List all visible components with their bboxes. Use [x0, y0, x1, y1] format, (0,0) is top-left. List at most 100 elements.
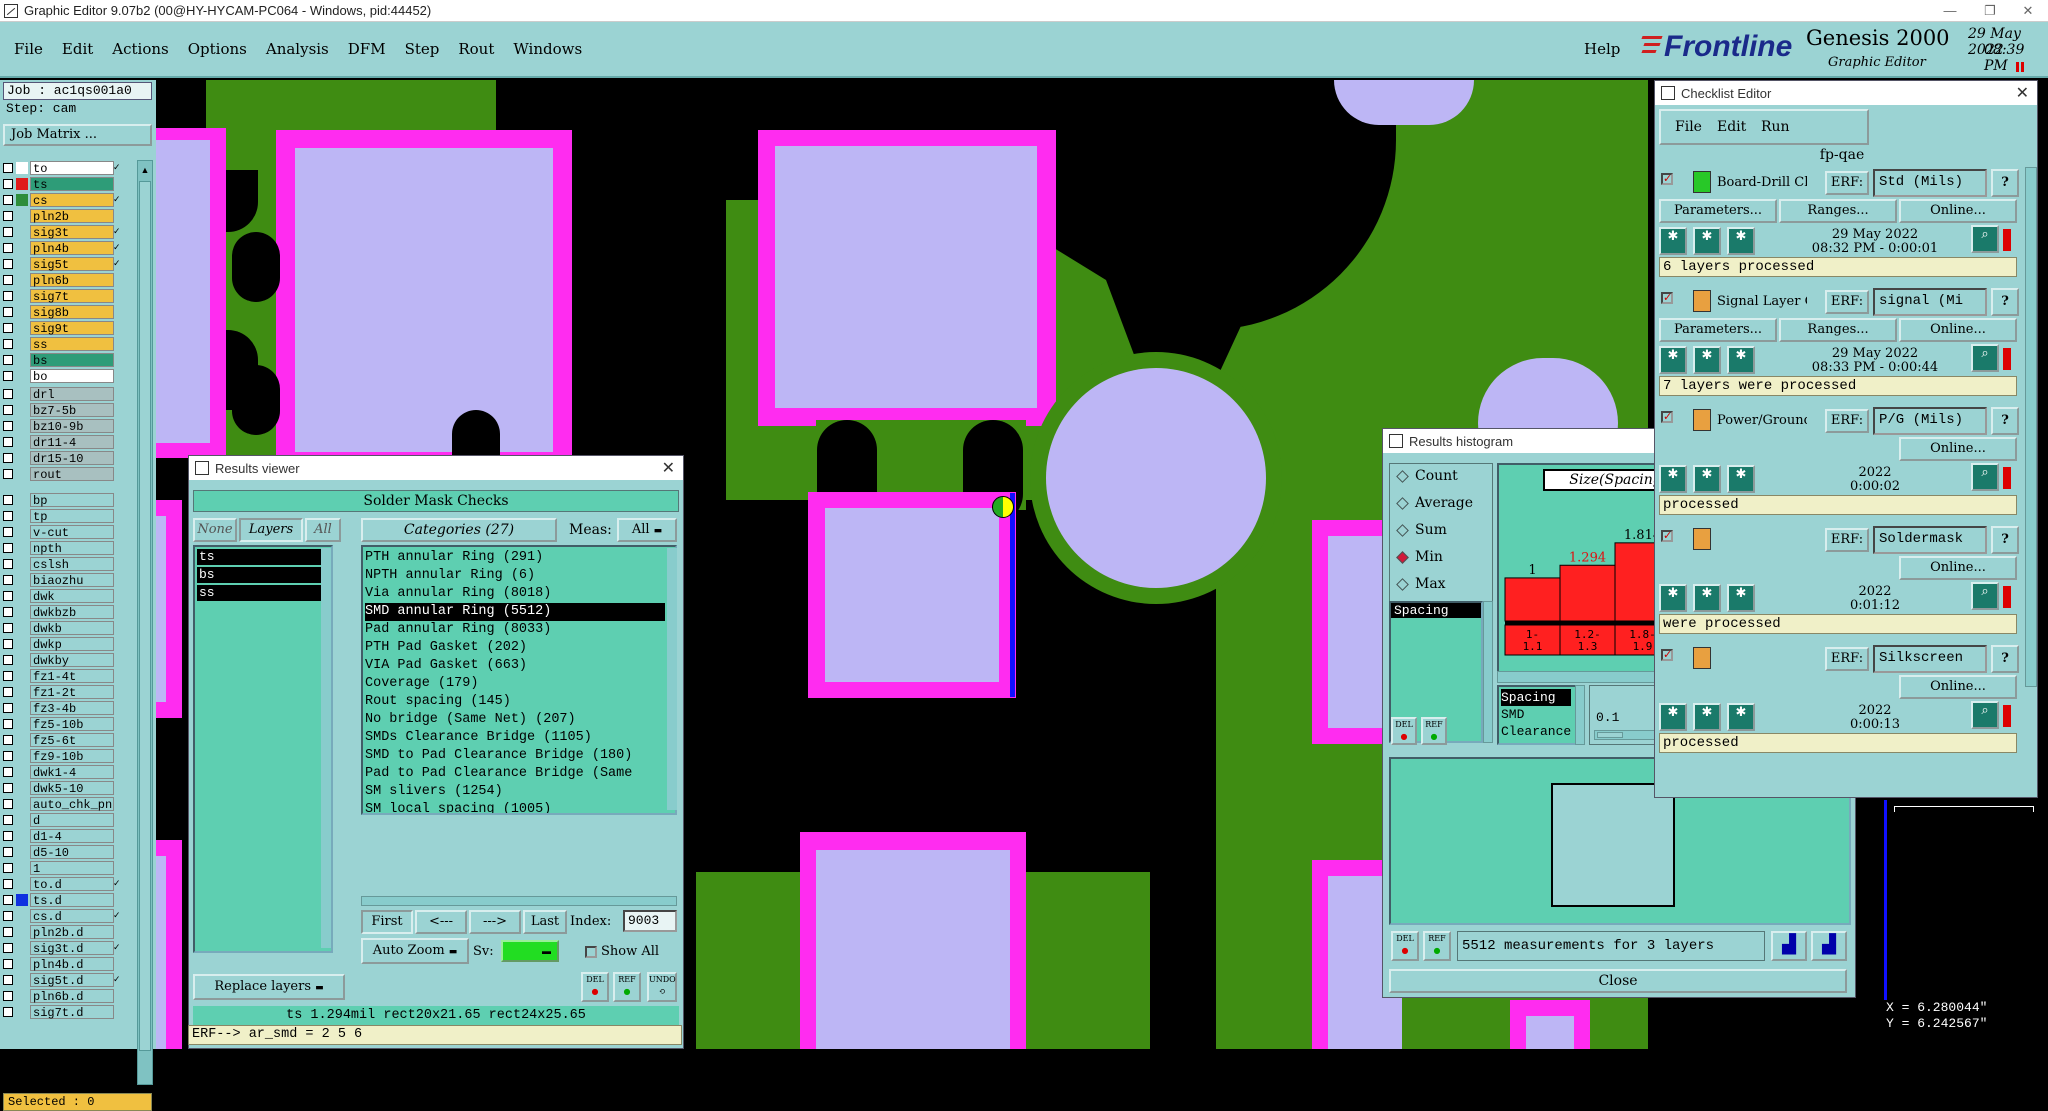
radio-diamond-icon[interactable]	[1396, 469, 1409, 483]
layer-name[interactable]: cs	[30, 192, 114, 208]
layer-row[interactable]: pln2b.d	[3, 924, 123, 940]
radio-diamond-icon[interactable]	[1396, 550, 1409, 564]
layer-name[interactable]: v-cut	[30, 524, 114, 540]
layer-name[interactable]: pln6b.d	[30, 988, 114, 1004]
layer-checkbox[interactable]	[3, 590, 13, 601]
stat-option-average[interactable]: Average	[1394, 495, 1473, 511]
result-layer-item[interactable]: ts	[197, 549, 327, 565]
layer-name[interactable]: dwk1-4	[30, 764, 114, 780]
layer-name[interactable]: sig3t.d	[30, 940, 114, 956]
del-button[interactable]: DEL ●	[581, 972, 609, 1002]
layer-checkbox[interactable]	[3, 766, 13, 777]
histogram-bar[interactable]	[1504, 577, 1561, 622]
measure-type-item[interactable]: Spacing	[1501, 689, 1571, 706]
layer-name[interactable]: fz5-10b	[30, 716, 114, 732]
parameters-button[interactable]: Parameters...	[1659, 318, 1777, 342]
layer-name[interactable]: tp	[30, 508, 114, 524]
zoom-icon[interactable]: ⌕	[1971, 701, 1999, 729]
layer-name[interactable]: auto_chk_pn	[30, 796, 114, 812]
run-icon[interactable]: ✱	[1693, 227, 1721, 255]
parameters-button[interactable]: Parameters...	[1659, 199, 1777, 223]
layer-checkbox[interactable]	[3, 894, 13, 905]
menu-options[interactable]: Options	[188, 40, 247, 58]
layer-name[interactable]: biaozhu	[30, 572, 114, 588]
radio-diamond-icon[interactable]	[1396, 496, 1409, 510]
radio-diamond-icon[interactable]	[1396, 577, 1409, 591]
erf-value[interactable]: P/G (Mils)	[1873, 407, 1987, 435]
layer-name[interactable]: to.d	[30, 876, 114, 892]
layer-name[interactable]: bz7-5b	[30, 402, 114, 418]
metric-item[interactable]: Spacing	[1391, 603, 1481, 618]
layer-row[interactable]: pln4b.d	[3, 956, 123, 972]
replace-layers-dropdown[interactable]: Replace layers ▬	[193, 974, 345, 1000]
run-icon[interactable]: ✱	[1693, 465, 1721, 493]
category-item[interactable]: Via annular Ring (8018)	[365, 585, 673, 603]
close-icon[interactable]: ✕	[2016, 83, 2029, 103]
radio-diamond-icon[interactable]	[1396, 523, 1409, 537]
layer-row[interactable]: sig3t.d ✓	[3, 940, 123, 956]
run-icon[interactable]: ✱	[1693, 584, 1721, 612]
layer-row[interactable]: d	[3, 812, 123, 828]
layer-name[interactable]: dwk5-10	[30, 780, 114, 796]
layer-checkbox[interactable]	[3, 990, 13, 1001]
online-button[interactable]: Online...	[1899, 675, 2017, 699]
zoom-icon[interactable]: ⌕	[1971, 225, 1999, 253]
histogram-graph-icon[interactable]: ▟	[1771, 931, 1807, 961]
checklist-menu-edit[interactable]: Edit	[1717, 119, 1746, 135]
layer-name[interactable]: cslsh	[30, 556, 114, 572]
run-icon[interactable]: ✱	[1727, 584, 1755, 612]
layer-checkbox[interactable]	[3, 574, 13, 585]
layer-name[interactable]: d1-4	[30, 828, 114, 844]
layer-checkbox[interactable]	[3, 226, 13, 237]
layer-checkbox[interactable]	[3, 306, 13, 317]
layer-row[interactable]: v-cut	[3, 524, 123, 540]
layer-row[interactable]: pln6b.d	[3, 988, 123, 1004]
layer-row[interactable]: pln6b	[3, 272, 123, 288]
layer-list[interactable]: ts bs ss	[193, 545, 333, 953]
result-layer-item[interactable]: ss	[197, 585, 327, 601]
layer-checkbox[interactable]	[3, 404, 13, 415]
meas-dropdown[interactable]: All ▬	[617, 518, 677, 542]
layer-row[interactable]: fz9-10b	[3, 748, 123, 764]
zoom-icon[interactable]: ⌕	[1971, 582, 1999, 610]
close-icon[interactable]: ✕	[662, 458, 675, 478]
layer-name[interactable]: pln6b	[30, 272, 114, 288]
layer-row[interactable]: pln4b ✓	[3, 240, 123, 256]
layer-name[interactable]: bz10-9b	[30, 418, 114, 434]
layer-checkbox[interactable]	[3, 910, 13, 921]
layer-row[interactable]: biaozhu	[3, 572, 123, 588]
help-button[interactable]: ?	[1991, 526, 2019, 554]
layer-checkbox[interactable]	[3, 338, 13, 349]
layer-checkbox[interactable]	[3, 670, 13, 681]
layer-row[interactable]: pln2b	[3, 208, 123, 224]
category-scrollbar[interactable]	[667, 548, 677, 810]
all-button[interactable]: All	[305, 518, 341, 542]
layer-checkbox[interactable]	[3, 974, 13, 985]
category-item[interactable]: Rout spacing (145)	[365, 693, 673, 711]
layer-name[interactable]: pln2b.d	[30, 924, 114, 940]
help-button[interactable]: ?	[1991, 169, 2019, 197]
layer-checkbox[interactable]	[3, 290, 13, 301]
erf-button[interactable]: ERF:	[1825, 528, 1869, 552]
layer-row[interactable]: to ✓	[3, 160, 123, 176]
menu-help[interactable]: Help	[1584, 40, 1620, 58]
layer-row[interactable]: cs.d ✓	[3, 908, 123, 924]
resolution-slider-thumb[interactable]	[1597, 732, 1623, 738]
menu-rout[interactable]: Rout	[458, 40, 494, 58]
layer-checkbox[interactable]	[3, 750, 13, 761]
layer-checkbox[interactable]	[3, 370, 13, 381]
run-icon[interactable]: ✱	[1727, 465, 1755, 493]
layer-checkbox[interactable]	[3, 878, 13, 889]
preview-del-button[interactable]: DEL ●	[1391, 931, 1419, 961]
layer-row[interactable]: auto_chk_pn	[3, 796, 123, 812]
next-button[interactable]: --->	[469, 910, 521, 934]
layer-name[interactable]: to	[30, 160, 114, 176]
layer-row[interactable]: tp	[3, 508, 123, 524]
erf-value[interactable]: Soldermask	[1873, 526, 1987, 554]
layer-name[interactable]: sig5t.d	[30, 972, 114, 988]
checklist-menu-run[interactable]: Run	[1761, 119, 1790, 135]
action-name[interactable]: Board-Drill Che	[1717, 175, 1807, 190]
layer-checkbox[interactable]	[3, 654, 13, 665]
layer-checkbox[interactable]	[3, 958, 13, 969]
layer-row[interactable]: dwkbzb	[3, 604, 123, 620]
